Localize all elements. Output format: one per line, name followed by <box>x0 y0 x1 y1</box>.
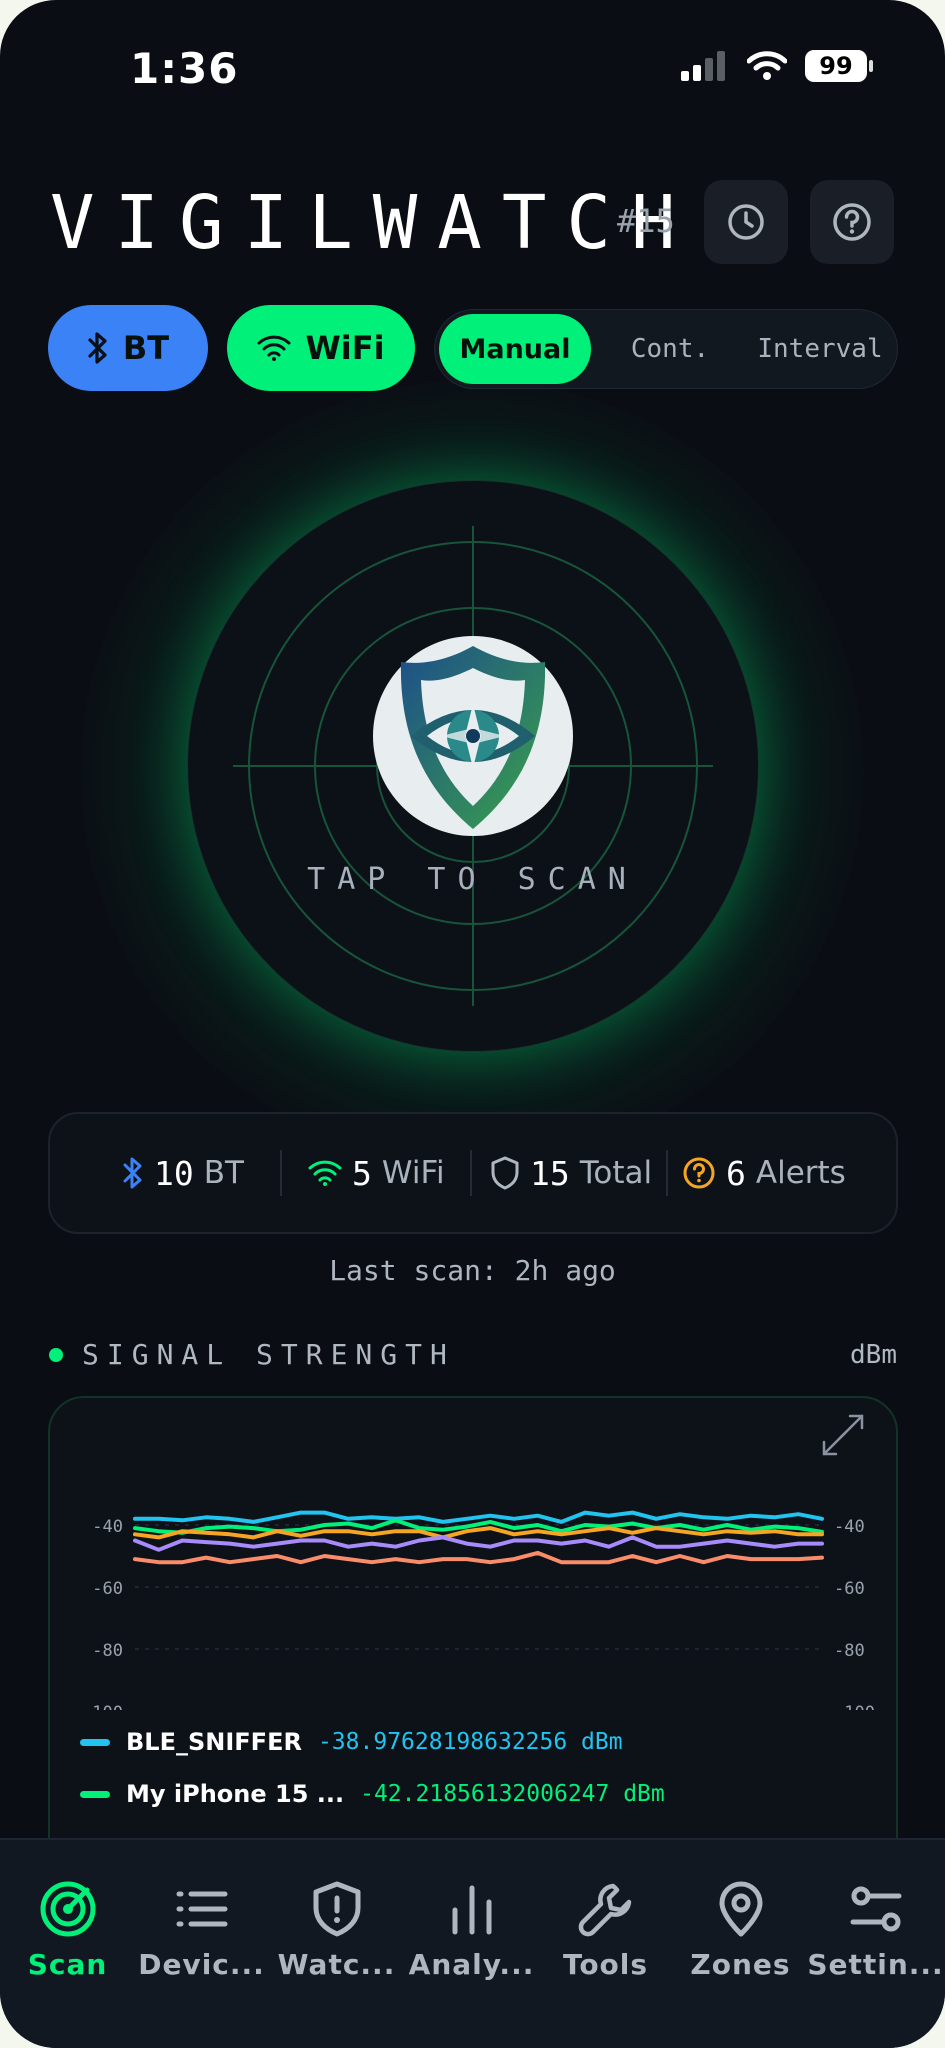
tab-settings[interactable]: Settin... <box>807 1880 944 1981</box>
history-button[interactable] <box>704 180 788 264</box>
legend-swatch <box>80 1738 110 1746</box>
stat-alerts: 6 Alerts <box>682 1114 846 1232</box>
map-pin-icon <box>719 1881 762 1937</box>
bluetooth-icon <box>123 1157 142 1189</box>
battery-indicator: 99 <box>805 50 873 82</box>
bt-count-label: BT <box>203 1155 244 1191</box>
divider <box>470 1150 472 1196</box>
live-indicator-dot <box>49 1348 63 1362</box>
legend-device-name: BLE_SNIFFER <box>126 1728 302 1756</box>
tap-to-scan-label: TAP TO SCAN <box>307 862 638 897</box>
list-icon <box>176 1891 227 1927</box>
y-tick-right: -60 <box>834 1579 865 1599</box>
alert-question-icon <box>683 1157 715 1189</box>
y-tick-right: -40 <box>834 1517 865 1537</box>
tab-label: Zones <box>690 1948 791 1981</box>
wifi-toggle[interactable]: WiFi <box>227 305 415 391</box>
tab-label: Settin... <box>807 1948 944 1981</box>
signal-strength-title: SIGNAL STRENGTH <box>82 1338 455 1371</box>
signal-series-line-3 <box>133 1526 824 1540</box>
clock-icon <box>728 204 764 240</box>
radar-icon <box>40 1881 95 1937</box>
cellular-signal-icon <box>681 51 725 81</box>
expand-icon[interactable] <box>822 1414 864 1456</box>
signal-series-line-5 <box>133 1550 824 1565</box>
legend-item: BLE_SNIFFER -38.97628198632256 dBm <box>80 1728 623 1756</box>
scan-mode-selector: Manual Cont. Interval <box>434 309 898 389</box>
stat-wifi: 5 WiFi <box>308 1114 445 1232</box>
signal-unit: dBm <box>850 1340 897 1370</box>
legend-item: My iPhone 15 ... -42.21856132006247 dBm <box>80 1780 665 1808</box>
divider <box>666 1150 668 1196</box>
y-tick-left: -60 <box>92 1579 123 1599</box>
alerts-count-label: Alerts <box>755 1155 846 1191</box>
help-icon <box>833 203 871 241</box>
bar-chart-icon <box>452 1885 491 1935</box>
tab-zones[interactable]: Zones <box>673 1880 808 1981</box>
scan-button[interactable] <box>187 480 759 1052</box>
tab-label: Scan <box>27 1948 108 1981</box>
total-count: 15 <box>530 1153 570 1193</box>
mode-manual[interactable]: Manual <box>439 314 591 384</box>
last-scan-text: Last scan: 2h ago <box>329 1254 616 1287</box>
bluetooth-toggle[interactable]: BT <box>48 305 208 391</box>
legend-device-value: -42.21856132006247 dBm <box>360 1781 665 1807</box>
y-tick-left: -40 <box>92 1517 123 1537</box>
y-tick-right: -100 <box>834 1703 875 1723</box>
bluetooth-toggle-label: BT <box>122 329 170 367</box>
tab-label: Tools <box>562 1948 649 1981</box>
tab-analytics[interactable]: Analy... <box>404 1880 539 1981</box>
tab-watchlist[interactable]: Watc... <box>269 1880 404 1981</box>
mode-continuous[interactable]: Cont. <box>605 314 735 384</box>
signal-series-line-1 <box>133 1510 824 1524</box>
mode-interval[interactable]: Interval <box>745 314 895 384</box>
bluetooth-icon <box>88 332 107 364</box>
total-count-label: Total <box>579 1155 653 1191</box>
y-tick-left: -100 <box>82 1703 123 1723</box>
wrench-icon <box>578 1883 631 1937</box>
bt-count: 10 <box>154 1153 194 1193</box>
app-screen: 1:36 99 VIGILWATCH #15 BT WiFi Manual Co… <box>0 0 945 2048</box>
stat-bluetooth: 10 BT <box>122 1114 244 1232</box>
y-tick-right: -80 <box>834 1641 865 1661</box>
scan-number: #15 <box>617 202 675 240</box>
y-tick-left: -80 <box>92 1641 123 1661</box>
help-button[interactable] <box>810 180 894 264</box>
legend-device-value: -38.97628198632256 dBm <box>317 1729 623 1755</box>
tab-tools[interactable]: Tools <box>538 1880 673 1981</box>
wifi-status-icon <box>747 51 787 80</box>
wifi-count-label: WiFi <box>381 1155 445 1191</box>
sliders-icon <box>850 1886 901 1932</box>
tab-devices[interactable]: Devic... <box>134 1880 269 1981</box>
scan-stats-card: 10 BT 5 WiFi 15 Total 6 Alerts <box>48 1112 898 1234</box>
status-time: 1:36 <box>130 44 239 93</box>
app-title: VIGILWATCH <box>50 180 696 266</box>
wifi-icon <box>257 335 291 361</box>
bottom-tab-bar: Scan Devic... Watc... Analy... Tools Zon… <box>0 1838 945 2048</box>
wifi-icon <box>308 1160 342 1186</box>
tab-label: Analy... <box>408 1948 535 1981</box>
tab-label: Devic... <box>138 1948 265 1981</box>
signal-series-line-4 <box>133 1535 824 1552</box>
vigilwatch-logo-icon <box>373 636 573 836</box>
wifi-toggle-label: WiFi <box>305 329 385 367</box>
alerts-count: 6 <box>726 1153 746 1193</box>
wifi-count: 5 <box>352 1153 372 1193</box>
legend-device-name: My iPhone 15 ... <box>126 1780 345 1808</box>
divider <box>280 1150 282 1196</box>
tab-label: Watc... <box>277 1948 396 1981</box>
legend-swatch <box>80 1790 110 1798</box>
stat-total: 15 Total <box>490 1114 652 1232</box>
status-icons: 99 <box>681 50 873 82</box>
tab-scan[interactable]: Scan <box>0 1880 135 1981</box>
shield-alert-icon <box>313 1881 360 1937</box>
shield-icon <box>491 1156 519 1190</box>
